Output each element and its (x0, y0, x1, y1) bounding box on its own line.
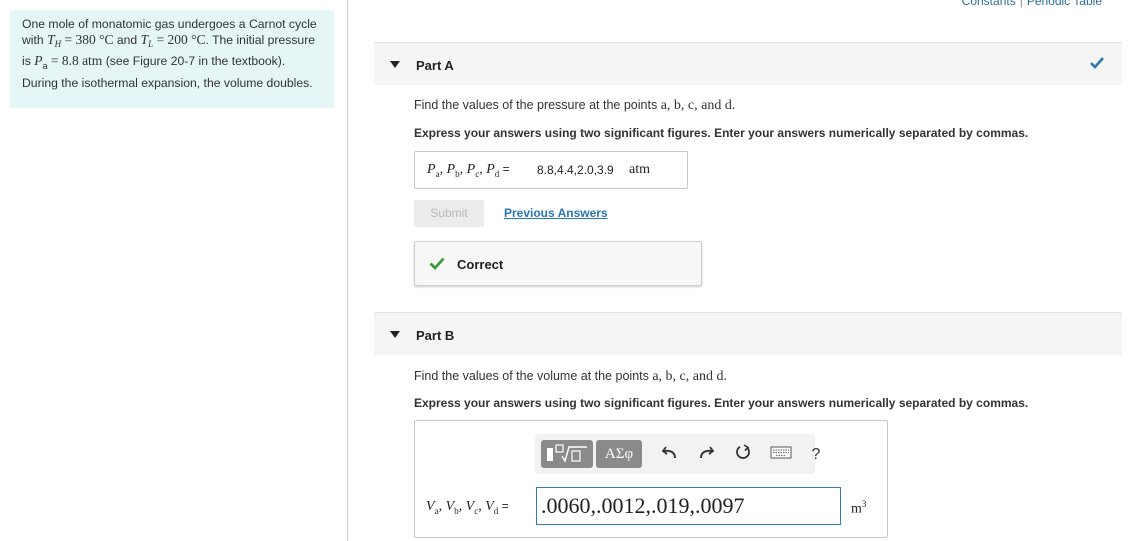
part-a-instruction-text: Find the values of the pressure at the p… (414, 98, 661, 112)
part-b-instruction: Find the values of the volume at the poi… (414, 369, 727, 385)
part-b-answer-label: Va, Vb, Vc, Vd = (426, 499, 509, 516)
templates-icon[interactable] (541, 440, 593, 468)
help-icon[interactable]: ? (805, 444, 827, 466)
links-separator: | (1019, 0, 1023, 8)
pa-value: = 8.8 atm (47, 53, 103, 69)
submit-button[interactable]: Submit (414, 200, 484, 227)
feedback-correct-box: Correct (414, 241, 702, 286)
constants-link[interactable]: Constants (962, 0, 1016, 8)
part-a-title: Part A (416, 58, 454, 73)
redo-icon[interactable] (695, 444, 717, 466)
part-complete-check-icon (1090, 56, 1104, 74)
th-symbol: T (47, 32, 55, 47)
tl-symbol: T (140, 32, 149, 47)
collapse-triangle-icon[interactable] (390, 61, 400, 68)
part-b-answer-editor: ΑΣφ ? Va, Vb, Vc, Vd = .0060,.0012,.019,… (414, 420, 888, 538)
problem-and: and (113, 33, 141, 47)
previous-answers-link[interactable]: Previous Answers (504, 206, 608, 220)
tl-value: = 200 °C (153, 32, 206, 47)
th-value: = 380 °C (61, 32, 114, 47)
part-b-instruction-text: Find the values of the volume at the poi… (414, 369, 653, 383)
keyboard-icon[interactable] (770, 444, 792, 466)
greek-symbols-icon[interactable]: ΑΣφ (596, 440, 642, 468)
part-b-express: Express your answers using two significa… (414, 396, 1029, 410)
part-a-answer-unit: atm (629, 162, 650, 177)
part-a-instruction: Find the values of the pressure at the p… (414, 98, 735, 114)
periodic-table-link[interactable]: Periodic Table (1027, 0, 1102, 8)
part-b-points: a, b, c, and d. (652, 369, 727, 384)
feedback-correct-text: Correct (457, 257, 504, 272)
reset-icon[interactable] (732, 444, 754, 466)
part-b-answer-input[interactable]: .0060,.0012,.019,.0097 (536, 487, 841, 525)
correct-check-icon (429, 257, 445, 275)
problem-statement: One mole of monatomic gas undergoes a Ca… (10, 10, 334, 108)
part-a-answer-value: 8.8,4.4,2.0,3.9 (537, 163, 614, 177)
math-toolbar: ΑΣφ ? (535, 434, 820, 474)
part-a-answer-label: Pa, Pb, Pc, Pd = (427, 162, 510, 179)
part-a-points: a, b, c, and d. (660, 98, 736, 113)
part-a-express: Express your answers using two significa… (414, 126, 1029, 140)
part-b-title: Part B (416, 328, 455, 343)
part-a-header[interactable]: Part A (374, 42, 1122, 85)
top-links: Constants | Periodic Table (962, 0, 1102, 8)
column-divider (347, 0, 348, 541)
part-b-answer-unit: m3 (851, 499, 867, 517)
part-a-answer-box: Pa, Pb, Pc, Pd = 8.8,4.4,2.0,3.9 atm (414, 151, 688, 189)
part-b-header[interactable]: Part B (374, 312, 1122, 355)
collapse-triangle-icon[interactable] (390, 331, 400, 338)
undo-icon[interactable] (659, 444, 681, 466)
